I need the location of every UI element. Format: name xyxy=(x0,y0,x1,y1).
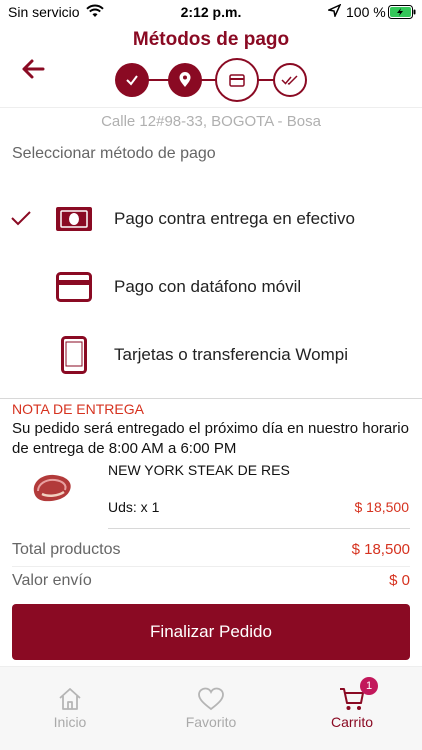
payment-option-card-terminal[interactable]: Pago con datáfono móvil xyxy=(0,257,422,317)
divider xyxy=(0,398,422,399)
delivery-address: Calle 12#98-33, BOGOTA - Bosa xyxy=(101,113,321,130)
header: Métodos de pago xyxy=(0,24,422,108)
location-pin-icon xyxy=(179,72,191,87)
card-icon xyxy=(54,269,94,305)
phone-icon xyxy=(54,336,94,374)
page-title: Métodos de pago xyxy=(132,29,290,50)
total-value: $ 18,500 xyxy=(351,541,410,558)
select-method-label: Seleccionar método de pago xyxy=(12,145,216,162)
arrow-left-icon xyxy=(22,59,45,79)
divider xyxy=(108,528,410,529)
battery-percent: 100 % xyxy=(346,4,386,20)
product-quantity: Uds: x 1 xyxy=(108,499,160,515)
tab-inicio[interactable]: Inicio xyxy=(0,667,140,750)
double-check-icon xyxy=(281,75,298,85)
tab-label: Favorito xyxy=(185,714,237,730)
product-price: $ 18,500 xyxy=(354,499,410,515)
step-payment xyxy=(215,58,259,102)
tab-carrito[interactable]: 1 Carrito xyxy=(282,667,422,750)
check-icon xyxy=(10,209,32,232)
checkout-stepper xyxy=(115,58,310,102)
product-name: NEW YORK STEAK DE RES xyxy=(108,462,290,478)
payment-option-cash[interactable]: Pago contra entrega en efectivo xyxy=(0,189,422,249)
location-arrow-icon xyxy=(326,3,342,20)
finish-order-button[interactable]: Finalizar Pedido xyxy=(12,604,410,660)
payment-option-label: Pago con datáfono móvil xyxy=(114,277,302,296)
summary-shipping-row: Valor envío $ 0 xyxy=(12,572,410,590)
total-label: Total productos xyxy=(12,541,121,558)
tab-label: Carrito xyxy=(330,714,373,730)
tab-bar: Inicio Favorito 1 Carrito xyxy=(0,666,422,750)
cart-badge: 1 xyxy=(360,677,378,695)
heart-icon xyxy=(197,685,225,713)
summary-total-row: Total productos $ 18,500 xyxy=(12,541,410,559)
home-icon xyxy=(56,685,84,713)
shipping-value: $ 0 xyxy=(389,572,410,589)
step-done xyxy=(273,63,307,97)
check-icon xyxy=(126,75,138,86)
product-image xyxy=(28,470,76,506)
tab-label: Inicio xyxy=(53,714,87,730)
step-confirmed xyxy=(115,63,149,97)
payment-option-label: Pago contra entrega en efectivo xyxy=(114,209,355,228)
payment-option-label: Tarjetas o transferencia Wompi xyxy=(114,345,349,364)
payment-option-wompi[interactable]: Tarjetas o transferencia Wompi xyxy=(0,325,422,385)
tab-favorito[interactable]: Favorito xyxy=(141,667,281,750)
delivery-note-text: Su pedido será entregado el próximo día … xyxy=(12,420,409,457)
step-address xyxy=(168,63,202,97)
divider xyxy=(12,566,410,567)
delivery-note-title: NOTA DE ENTREGA xyxy=(12,401,144,417)
shipping-label: Valor envío xyxy=(12,572,92,589)
battery-icon xyxy=(388,5,416,22)
back-button[interactable] xyxy=(18,54,48,84)
card-icon xyxy=(229,73,245,87)
cash-icon xyxy=(54,201,94,237)
status-bar: Sin servicio 2:12 p.m. 100 % xyxy=(0,0,422,24)
